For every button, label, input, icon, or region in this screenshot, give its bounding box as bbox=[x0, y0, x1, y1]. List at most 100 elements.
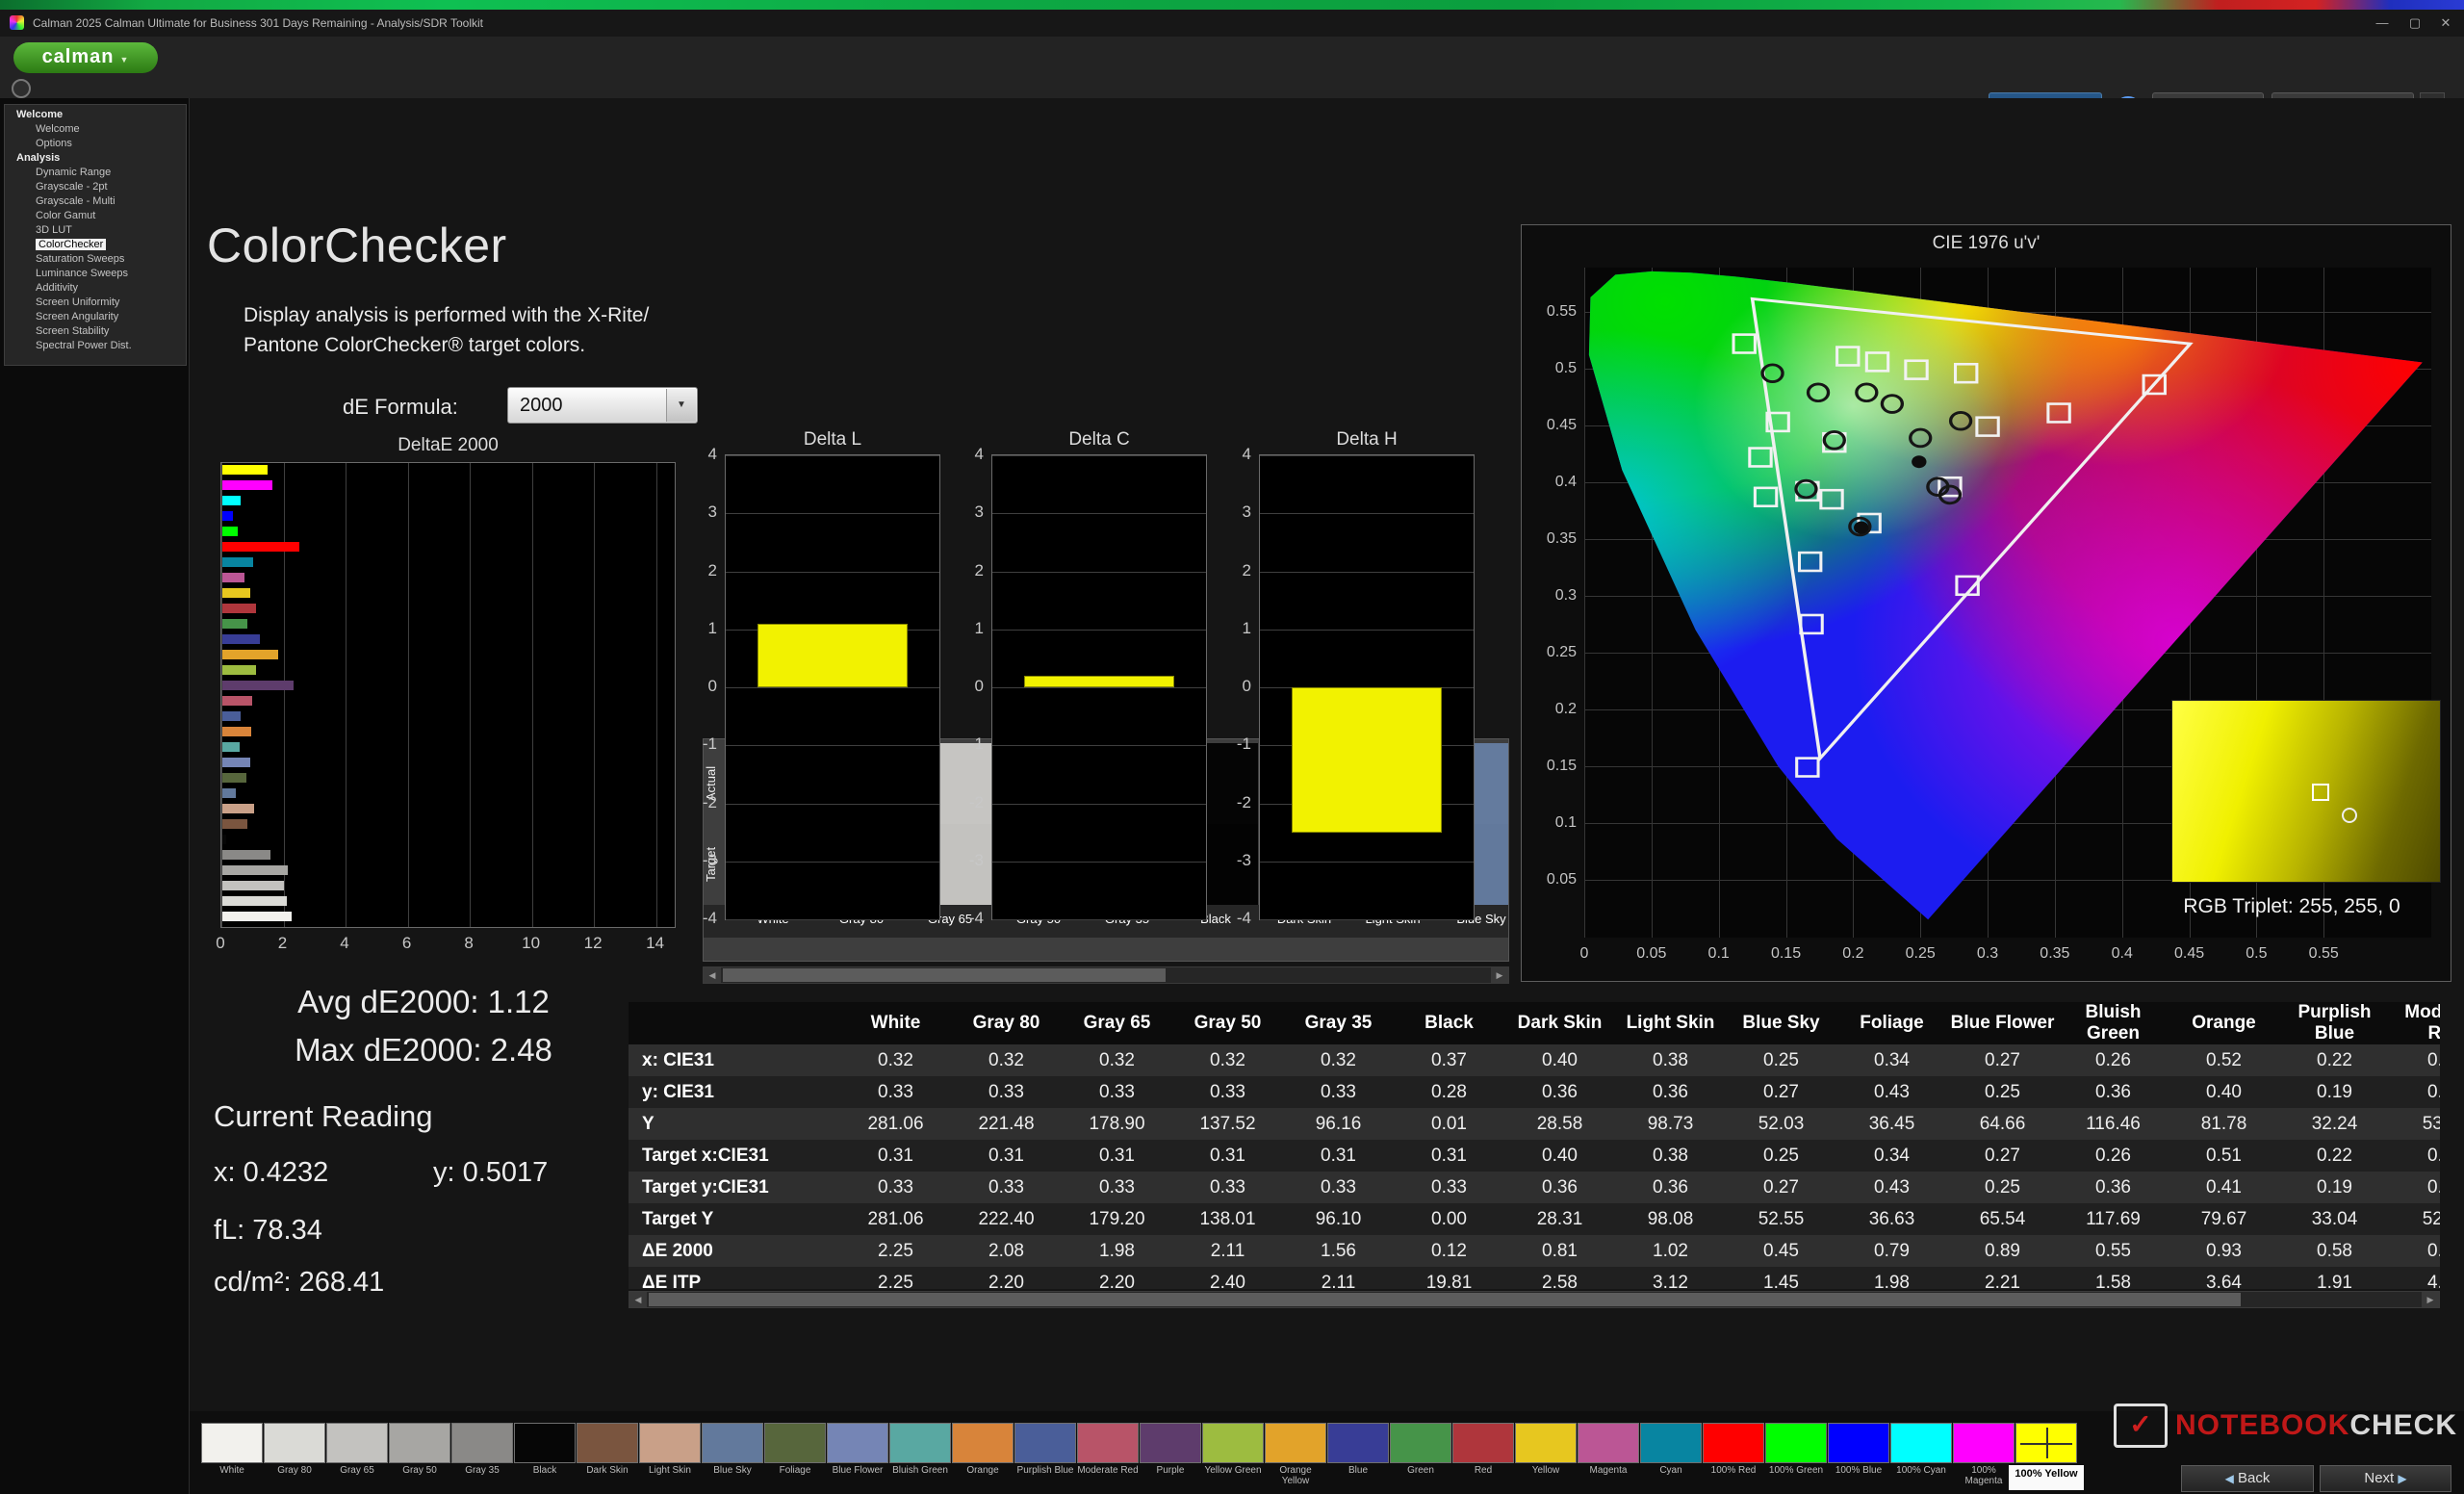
sidebar-section-analysis[interactable]: Analysis bbox=[5, 151, 186, 166]
axis-tick-label: -1 bbox=[679, 734, 717, 754]
patch-cell-gray-65[interactable]: Gray 65 bbox=[326, 1423, 388, 1486]
gridline bbox=[1260, 513, 1474, 514]
deltae-bar-blue-flower bbox=[222, 758, 250, 767]
sidebar-item-welcome[interactable]: Welcome bbox=[5, 122, 186, 137]
table-scrollbar[interactable]: ◀ ▶ bbox=[629, 1291, 2440, 1308]
patch-label: Green bbox=[1390, 1465, 1451, 1486]
patch-swatch bbox=[1014, 1423, 1076, 1463]
patch-swatch bbox=[764, 1423, 826, 1463]
scroll-right-icon[interactable]: ▶ bbox=[1491, 967, 1508, 983]
scrollbar-thumb[interactable] bbox=[723, 968, 1166, 982]
sidebar-item-grayscale-2pt[interactable]: Grayscale - 2pt bbox=[5, 180, 186, 194]
axis-tick-label: -1 bbox=[945, 734, 984, 754]
watermark-text-2: CHECK bbox=[2349, 1409, 2457, 1442]
sidebar-item-dynamic-range[interactable]: Dynamic Range bbox=[5, 166, 186, 180]
patch-cell-dark-skin[interactable]: Dark Skin bbox=[577, 1423, 638, 1486]
sidebar-item-color-gamut[interactable]: Color Gamut bbox=[5, 209, 186, 223]
axis-tick-label: 2 bbox=[679, 561, 717, 580]
patch-cell-cyan[interactable]: Cyan bbox=[1640, 1423, 1702, 1486]
table-cell: 96.10 bbox=[1283, 1203, 1394, 1235]
patch-cell-100-green[interactable]: 100% Green bbox=[1765, 1423, 1827, 1486]
patch-label: 100% Yellow bbox=[2009, 1465, 2084, 1490]
patch-cell-blue[interactable]: Blue bbox=[1327, 1423, 1389, 1486]
patch-cell-gray-50[interactable]: Gray 50 bbox=[389, 1423, 450, 1486]
patch-cell-green[interactable]: Green bbox=[1390, 1423, 1451, 1486]
deltae-axis-label: 2 bbox=[278, 934, 287, 953]
gridline bbox=[992, 572, 1206, 573]
patch-swatch bbox=[1640, 1423, 1702, 1463]
scroll-left-icon[interactable]: ◀ bbox=[704, 967, 721, 983]
sidebar-item-screen-stability[interactable]: Screen Stability bbox=[5, 324, 186, 339]
sidebar-item-colorchecker[interactable]: ColorChecker bbox=[5, 238, 186, 252]
patch-cell-foliage[interactable]: Foliage bbox=[764, 1423, 826, 1486]
patch-cell-moderate-red[interactable]: Moderate Red bbox=[1077, 1423, 1139, 1486]
table-cell: 36.45 bbox=[1836, 1108, 1947, 1140]
sidebar-item-additivity[interactable]: Additivity bbox=[5, 281, 186, 296]
patch-cell-white[interactable]: White bbox=[201, 1423, 263, 1486]
sidebar-item-saturation-sweeps[interactable]: Saturation Sweeps bbox=[5, 252, 186, 267]
sidebar-item-screen-uniformity[interactable]: Screen Uniformity bbox=[5, 296, 186, 310]
chevron-down-icon[interactable]: ▼ bbox=[666, 389, 696, 422]
deltae-bar-magenta bbox=[222, 573, 244, 582]
patch-cell-100-yellow[interactable]: 100% Yellow bbox=[2015, 1423, 2077, 1490]
sidebar-item-grayscale-multi[interactable]: Grayscale - Multi bbox=[5, 194, 186, 209]
patch-cell-magenta[interactable]: Magenta bbox=[1578, 1423, 1639, 1486]
patch-cell-orange[interactable]: Orange bbox=[952, 1423, 1014, 1486]
table-row: ΔE 20002.252.081.982.111.560.120.811.020… bbox=[629, 1235, 2440, 1267]
swatch-scrollbar[interactable]: ◀ ▶ bbox=[703, 966, 1509, 984]
cie-axis-label: 0.05 bbox=[1636, 945, 1666, 963]
patch-cell-blue-sky[interactable]: Blue Sky bbox=[702, 1423, 763, 1486]
patch-cell-100-magenta[interactable]: 100% Magenta bbox=[1953, 1423, 2015, 1486]
patch-label: 100% Cyan bbox=[1890, 1465, 1952, 1486]
patch-cell-red[interactable]: Red bbox=[1452, 1423, 1514, 1486]
table-col-orange: Orange bbox=[2169, 1002, 2279, 1044]
axis-tick-label: -4 bbox=[945, 909, 984, 928]
patch-cell-purplish-blue[interactable]: Purplish Blue bbox=[1014, 1423, 1076, 1486]
axis-tick-label: -2 bbox=[945, 793, 984, 812]
patch-cell-yellow[interactable]: Yellow bbox=[1515, 1423, 1577, 1486]
patch-cell-100-blue[interactable]: 100% Blue bbox=[1828, 1423, 1889, 1486]
calman-logo-label: calman bbox=[42, 46, 115, 67]
patch-cell-gray-35[interactable]: Gray 35 bbox=[451, 1423, 513, 1486]
scrollbar-thumb[interactable] bbox=[649, 1293, 2241, 1306]
table-cell: 98.08 bbox=[1615, 1203, 1726, 1235]
patch-cell-yellow-green[interactable]: Yellow Green bbox=[1202, 1423, 1264, 1486]
sidebar-item-luminance-sweeps[interactable]: Luminance Sweeps bbox=[5, 267, 186, 281]
table-cell: 0.79 bbox=[1836, 1235, 1947, 1267]
calman-logo-button[interactable]: calman▼ bbox=[13, 42, 158, 73]
gridline bbox=[726, 572, 939, 573]
back-button[interactable]: ◀ Back bbox=[2181, 1465, 2314, 1492]
patch-label: Cyan bbox=[1640, 1465, 1702, 1486]
sidebar-section-welcome[interactable]: Welcome bbox=[5, 108, 186, 122]
de-formula-dropdown[interactable]: 2000 ▼ bbox=[507, 387, 698, 424]
app-menu-icon[interactable] bbox=[12, 79, 31, 98]
patch-label: Magenta bbox=[1578, 1465, 1639, 1486]
patch-cell-bluish-green[interactable]: Bluish Green bbox=[889, 1423, 951, 1486]
scroll-left-icon[interactable]: ◀ bbox=[629, 1292, 647, 1307]
patch-cell-black[interactable]: Black bbox=[514, 1423, 576, 1486]
patch-cell-100-cyan[interactable]: 100% Cyan bbox=[1890, 1423, 1952, 1486]
axis-tick-label: -3 bbox=[945, 851, 984, 870]
delta-bar bbox=[1024, 676, 1173, 687]
patch-cell-orange-yellow[interactable]: Orange Yellow bbox=[1265, 1423, 1326, 1486]
sidebar-item-options[interactable]: Options bbox=[5, 137, 186, 151]
maximize-button[interactable]: ▢ bbox=[2402, 13, 2427, 33]
sidebar-item-screen-angularity[interactable]: Screen Angularity bbox=[5, 310, 186, 324]
sidebar-item-3d-lut[interactable]: 3D LUT bbox=[5, 223, 186, 238]
table-cell: 1.56 bbox=[1283, 1235, 1394, 1267]
patch-cell-purple[interactable]: Purple bbox=[1140, 1423, 1201, 1486]
patch-cell-gray-80[interactable]: Gray 80 bbox=[264, 1423, 325, 1486]
sidebar-item-spectral-power-dist[interactable]: Spectral Power Dist. bbox=[5, 339, 186, 353]
deltae-bar-100-yellow bbox=[222, 465, 268, 475]
table-cell: 2.58 bbox=[1504, 1267, 1615, 1289]
patch-cell-100-red[interactable]: 100% Red bbox=[1703, 1423, 1764, 1486]
cie-axis-label: 0.2 bbox=[1527, 701, 1577, 718]
patch-cell-light-skin[interactable]: Light Skin bbox=[639, 1423, 701, 1486]
de-formula-value: 2000 bbox=[520, 395, 563, 416]
scroll-right-icon[interactable]: ▶ bbox=[2422, 1292, 2439, 1307]
patch-cell-blue-flower[interactable]: Blue Flower bbox=[827, 1423, 888, 1486]
close-button[interactable]: ✕ bbox=[2433, 13, 2458, 33]
axis-tick-label: 4 bbox=[1213, 445, 1251, 464]
minimize-button[interactable]: — bbox=[2370, 13, 2395, 33]
next-button[interactable]: Next ▶ bbox=[2320, 1465, 2451, 1492]
